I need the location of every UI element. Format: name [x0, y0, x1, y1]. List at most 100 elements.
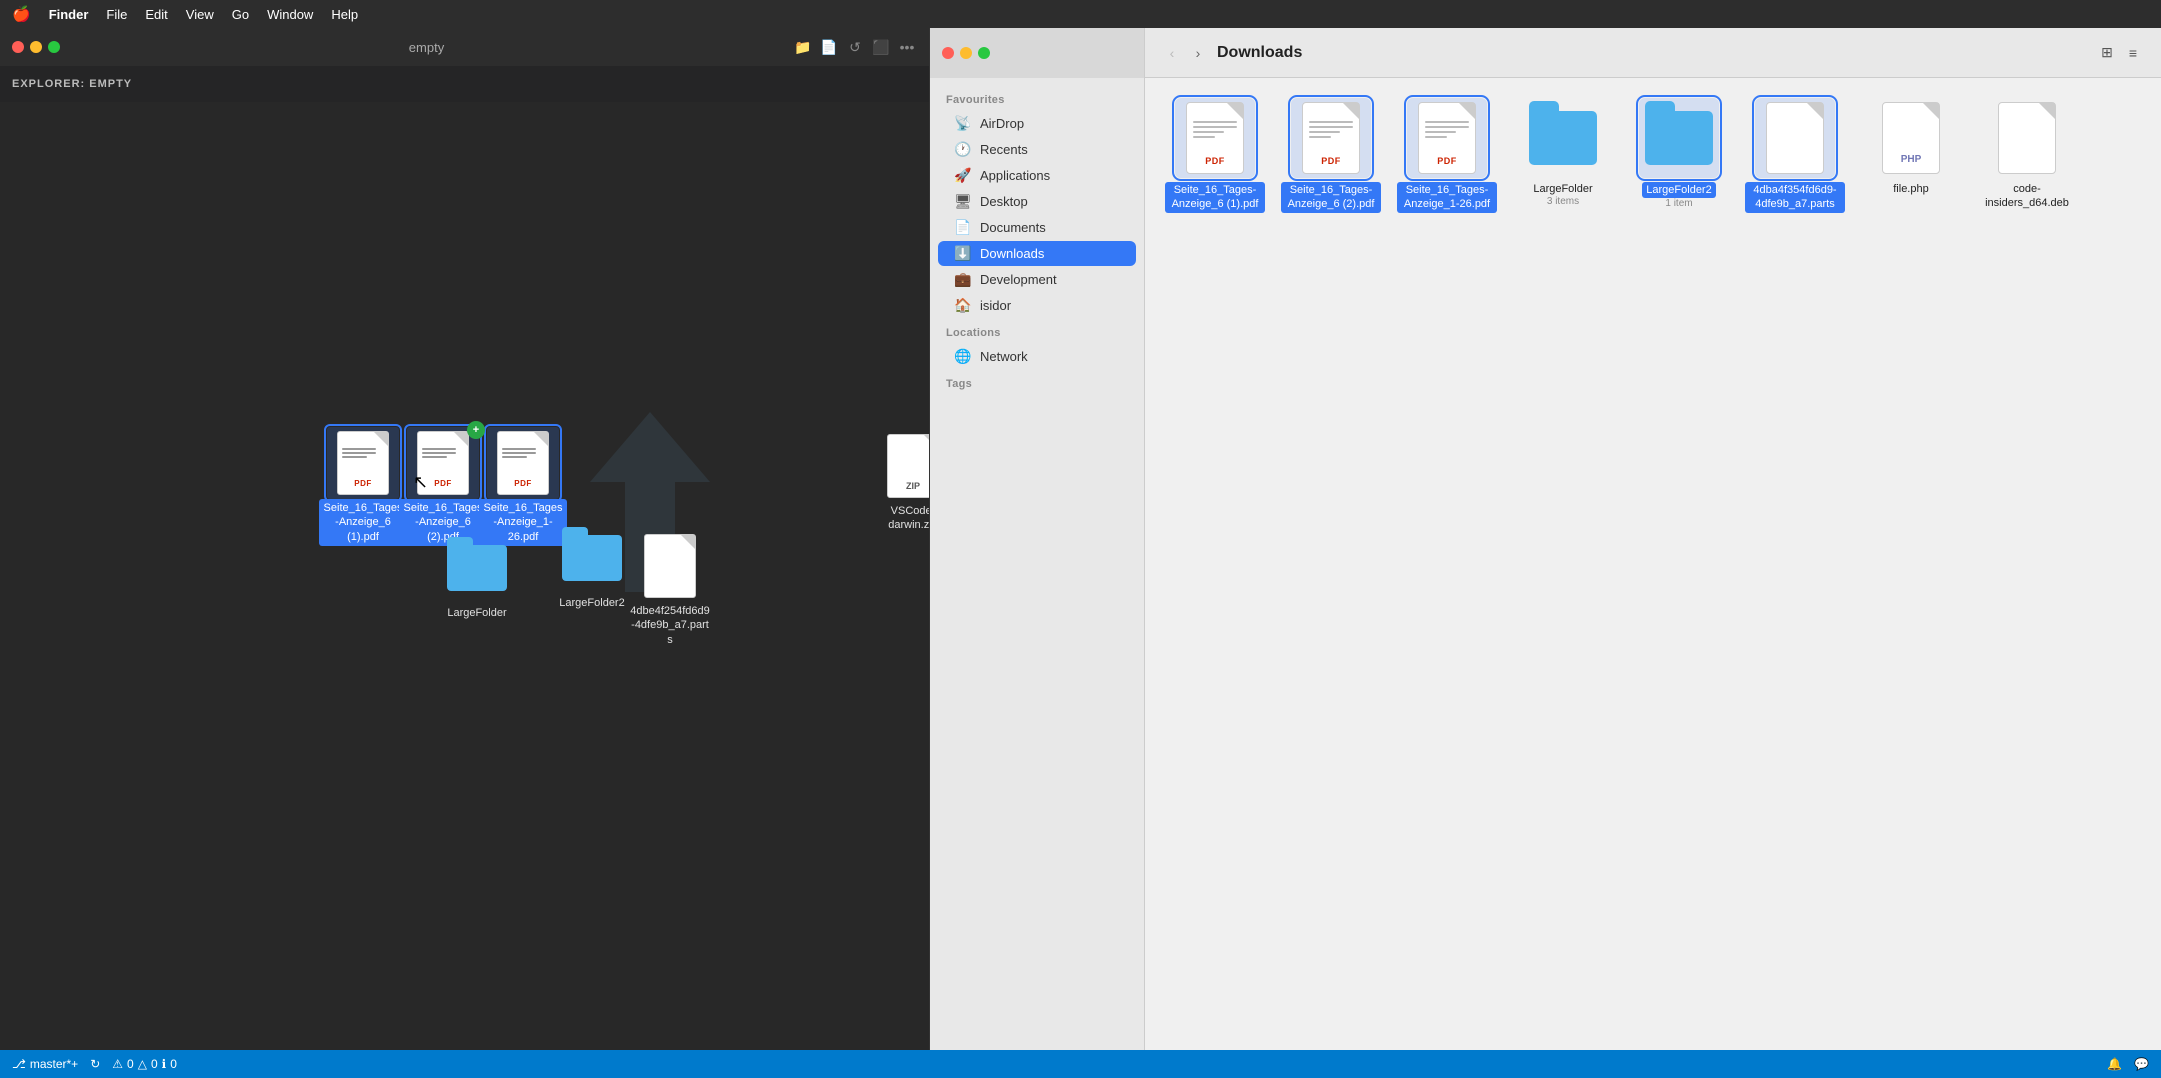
folder2-icon[interactable]: LargeFolder2 — [547, 522, 637, 612]
sidebar-item-network[interactable]: 🌐 Network — [938, 344, 1136, 369]
network-icon: 🌐 — [954, 348, 972, 365]
sync-icon: ↻ — [90, 1057, 100, 1071]
dl-parts-icon[interactable]: 4dba4f354fd6d9-4dfe9b_a7.parts — [1745, 98, 1845, 213]
statusbar-right: 🔔 💬 — [2107, 1057, 2149, 1071]
sidebar-item-recents[interactable]: 🕐 Recents — [938, 137, 1136, 162]
dl-pdf3-label: Seite_16_Tages-Anzeige_1-26.pdf — [1397, 182, 1497, 213]
pdf2-icon[interactable]: PDF + Seite_16_Tages-Anzeige_6 (2).pdf — [398, 427, 488, 546]
applications-icon: 🚀 — [954, 167, 972, 184]
parts-label: 4dbe4f254fd6d9-4dfe9b_a7.parts — [626, 602, 714, 649]
dl-pdf2-file: PDF — [1302, 102, 1360, 174]
notifications-item[interactable]: 🔔 — [2107, 1057, 2122, 1071]
pdf1-file-icon: PDF — [337, 431, 389, 495]
vscode-window-title: empty — [68, 40, 785, 55]
view-toggle: ⊞ ≡ — [2095, 41, 2145, 65]
icon-view-button[interactable]: ⊞ — [2095, 41, 2119, 65]
errors-count: 0 — [127, 1057, 134, 1071]
back-button[interactable]: ‹ — [1161, 42, 1183, 64]
vscode-minimize-button[interactable] — [30, 41, 42, 53]
applications-label: Applications — [980, 168, 1050, 183]
zip-file-icon: ZIP — [887, 434, 929, 498]
finder-sidebar: Favourites 📡 AirDrop 🕐 Recents 🚀 Applica… — [930, 78, 1144, 1050]
dl-php-label: file.php — [1893, 182, 1928, 196]
development-icon: 💼 — [954, 271, 972, 288]
vscode-maximize-button[interactable] — [48, 41, 60, 53]
git-branch-item[interactable]: ⎇ master*+ — [12, 1057, 78, 1071]
locations-header: Locations — [930, 319, 1144, 343]
sidebar-item-downloads[interactable]: ⬇️ Downloads — [938, 241, 1136, 266]
more-options-button[interactable]: ••• — [897, 37, 917, 57]
parts-icon[interactable]: 4dbe4f254fd6d9-4dfe9b_a7.parts — [625, 530, 715, 649]
menubar: 🍎 Finder File Edit View Go Window Help — [0, 0, 2161, 28]
statusbar-left: ⎇ master*+ ↻ ⚠ 0 △ 0 ℹ 0 — [12, 1057, 177, 1071]
new-folder-button[interactable]: 📁 — [793, 37, 813, 57]
errors-item[interactable]: ⚠ 0 △ 0 ℹ 0 — [112, 1057, 177, 1071]
pdf2-file-icon: PDF — [417, 431, 469, 495]
parts-file-icon — [644, 534, 696, 598]
dl-parts-label: 4dba4f354fd6d9-4dfe9b_a7.parts — [1745, 182, 1845, 213]
dl-deb-label: code-insiders_d64.deb — [1977, 182, 2077, 211]
refresh-button[interactable]: ↺ — [845, 37, 865, 57]
downloads-content: PDF Seite_16_Tages-Anzeige_6 (1).pdf PDF… — [1145, 78, 2161, 1050]
nav-buttons: ‹ › — [1161, 42, 1209, 64]
sidebar-item-applications[interactable]: 🚀 Applications — [938, 163, 1136, 188]
folder1-icon[interactable]: LargeFolder — [432, 532, 522, 622]
menu-help[interactable]: Help — [331, 7, 358, 22]
git-branch-icon: ⎇ — [12, 1057, 26, 1071]
finder-maximize-button[interactable] — [978, 47, 990, 59]
dl-parts-file — [1766, 102, 1824, 174]
dl-php-icon[interactable]: PHP file.php — [1861, 98, 1961, 213]
apple-menu[interactable]: 🍎 — [12, 5, 31, 23]
vscode-close-button[interactable] — [12, 41, 24, 53]
menu-finder[interactable]: Finder — [49, 7, 89, 22]
sidebar-item-airdrop[interactable]: 📡 AirDrop — [938, 111, 1136, 136]
zip-icon[interactable]: ZIP VSCode-darwin.zip — [868, 430, 929, 535]
documents-label: Documents — [980, 220, 1046, 235]
dl-folder1-icon[interactable]: LargeFolder 3 items — [1513, 98, 1613, 213]
dl-pdf3-icon[interactable]: PDF Seite_16_Tages-Anzeige_1-26.pdf — [1397, 98, 1497, 213]
forward-button[interactable]: › — [1187, 42, 1209, 64]
dl-pdf1-file: PDF — [1186, 102, 1244, 174]
downloads-panel: ‹ › Downloads ⊞ ≡ PDF S — [1145, 28, 2161, 1050]
collapse-button[interactable]: ⬛ — [871, 37, 891, 57]
downloads-label: Downloads — [980, 246, 1044, 261]
folder1-label: LargeFolder — [443, 604, 510, 622]
finder-titlebar — [930, 28, 1144, 78]
pdf1-icon[interactable]: PDF Seite_16_Tages-Anzeige_6 (1).pdf — [318, 427, 408, 546]
finder-close-button[interactable] — [942, 47, 954, 59]
chat-item[interactable]: 💬 — [2134, 1057, 2149, 1071]
development-label: Development — [980, 272, 1057, 287]
tags-header: Tags — [930, 370, 1144, 394]
menu-window[interactable]: Window — [267, 7, 313, 22]
dl-pdf1-icon[interactable]: PDF Seite_16_Tages-Anzeige_6 (1).pdf — [1165, 98, 1265, 213]
dl-folder2-icon[interactable]: LargeFolder2 1 item — [1629, 98, 1729, 213]
sync-item[interactable]: ↻ — [90, 1057, 100, 1071]
isidor-label: isidor — [980, 298, 1011, 313]
statusbar: ⎇ master*+ ↻ ⚠ 0 △ 0 ℹ 0 🔔 💬 — [0, 1050, 2161, 1078]
menu-file[interactable]: File — [106, 7, 127, 22]
list-view-button[interactable]: ≡ — [2121, 41, 2145, 65]
sidebar-item-isidor[interactable]: 🏠 isidor — [938, 293, 1136, 318]
sidebar-item-documents[interactable]: 📄 Documents — [938, 215, 1136, 240]
info-icon: ℹ — [162, 1057, 167, 1071]
menu-view[interactable]: View — [186, 7, 214, 22]
new-file-button[interactable]: 📄 — [819, 37, 839, 57]
warnings-count: 0 — [151, 1057, 158, 1071]
dnd-badge: + — [467, 421, 485, 439]
downloads-title: Downloads — [1217, 44, 2095, 62]
sidebar-item-desktop[interactable]: 🖥 Desktop — [938, 189, 1136, 214]
menu-edit[interactable]: Edit — [145, 7, 167, 22]
zip-label: VSCode-darwin.zip — [869, 502, 929, 535]
dl-deb-icon[interactable]: code-insiders_d64.deb — [1977, 98, 2077, 213]
chat-icon: 💬 — [2134, 1057, 2149, 1071]
dl-folder1-label: LargeFolder — [1533, 182, 1592, 196]
finder-minimize-button[interactable] — [960, 47, 972, 59]
airdrop-label: AirDrop — [980, 116, 1024, 131]
menu-go[interactable]: Go — [232, 7, 249, 22]
dl-pdf2-icon[interactable]: PDF Seite_16_Tages-Anzeige_6 (2).pdf — [1281, 98, 1381, 213]
sidebar-item-development[interactable]: 💼 Development — [938, 267, 1136, 292]
main-area: empty 📁 📄 ↺ ⬛ ••• EXPLORER: EMPTY — [0, 28, 2161, 1050]
dl-folder2-file — [1645, 111, 1713, 165]
dl-folder1-file — [1529, 111, 1597, 165]
pdf3-file-icon: PDF — [497, 431, 549, 495]
